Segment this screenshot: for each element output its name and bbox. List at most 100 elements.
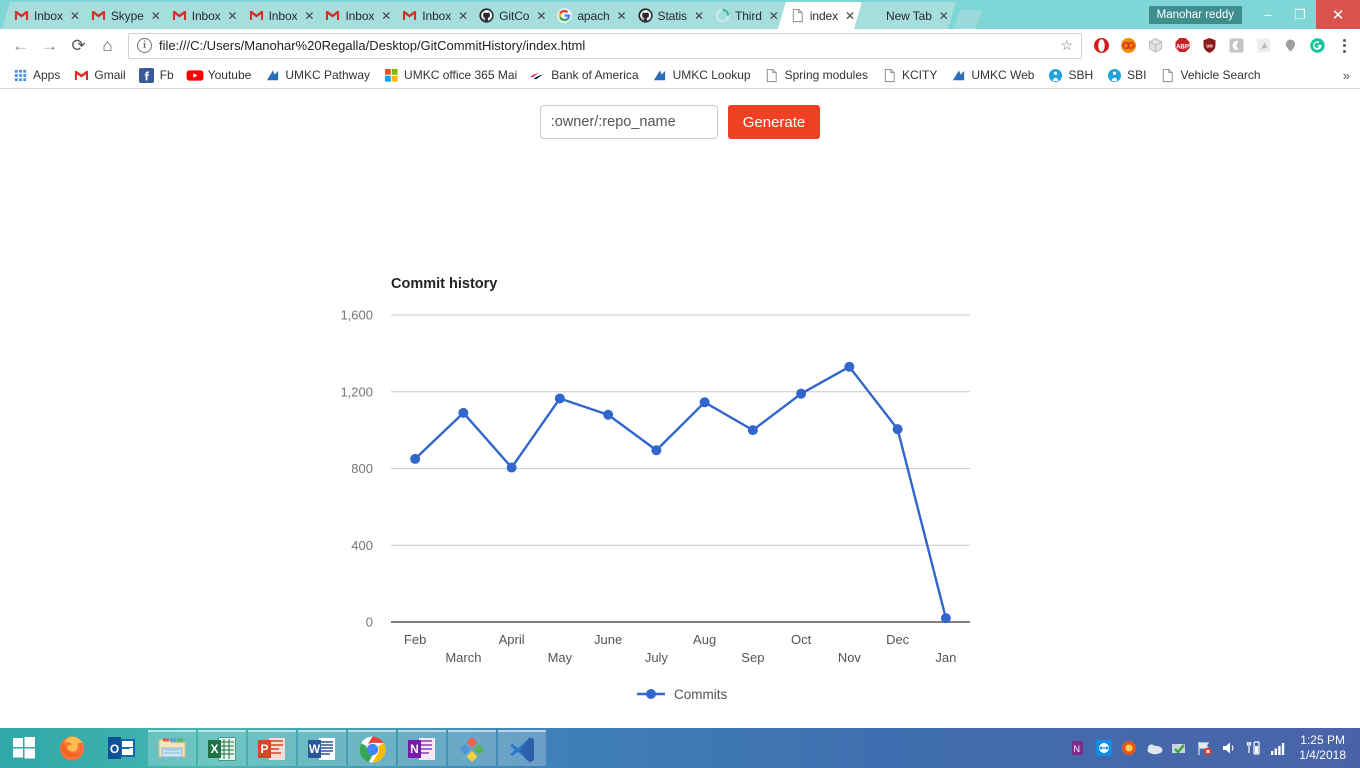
user-profile-chip[interactable]: Manohar reddy [1148, 5, 1242, 24]
tab-close-icon[interactable]: ✕ [380, 9, 392, 23]
back-icon[interactable]: ← [6, 31, 35, 60]
opera-extension-icon[interactable] [1088, 33, 1114, 59]
bookmark-item[interactable]: Youtube [181, 65, 258, 85]
photos-taskbar-icon[interactable] [448, 730, 496, 766]
ublock-origin-icon[interactable]: uo [1196, 33, 1222, 59]
bookmark-item[interactable]: Bank of America [524, 65, 644, 85]
address-bar[interactable]: i file:///C:/Users/Manohar%20Regalla/Des… [128, 32, 1082, 59]
data-point[interactable] [699, 397, 710, 408]
bookmark-star-icon[interactable]: ☆ [1052, 37, 1073, 54]
infinity-extension-icon[interactable] [1115, 33, 1141, 59]
bookmark-item[interactable]: SBI [1100, 65, 1152, 85]
tab-close-icon[interactable]: ✕ [227, 9, 239, 23]
onedrive-tray-icon[interactable] [1145, 739, 1163, 757]
browser-tab[interactable]: Inbox ✕ [390, 2, 475, 29]
home-icon[interactable]: ⌂ [93, 31, 122, 60]
tab-close-icon[interactable]: ✕ [693, 9, 705, 23]
safe-tray-icon[interactable] [1170, 739, 1188, 757]
data-point[interactable] [892, 424, 903, 435]
bookmark-item[interactable]: UMKC Web [944, 65, 1040, 85]
word-taskbar-icon[interactable]: W [298, 730, 346, 766]
bookmark-item[interactable]: UMKC office 365 Mai [377, 65, 523, 85]
battery-tray-icon[interactable] [1245, 739, 1263, 757]
browser-tab[interactable]: Statis ✕ [626, 2, 711, 29]
bookmark-item[interactable]: Apps [6, 65, 66, 85]
browser-tab[interactable]: apach ✕ [545, 2, 633, 29]
youtube-icon [186, 68, 204, 83]
maximize-button[interactable]: ❐ [1284, 0, 1316, 29]
bookmark-item[interactable]: Spring modules [758, 65, 874, 85]
data-point[interactable] [554, 393, 565, 404]
network-error-tray-icon[interactable] [1195, 739, 1213, 757]
firefox-taskbar-icon[interactable] [48, 730, 96, 766]
browser-tab[interactable]: Inbox ✕ [237, 2, 322, 29]
browser-tab[interactable]: GitCo ✕ [467, 2, 553, 29]
taskbar-clock[interactable]: 1:25 PM 1/4/2018 [1295, 733, 1354, 763]
bookmark-item[interactable]: UMKC Lookup [646, 65, 757, 85]
tab-close-icon[interactable]: ✕ [938, 9, 950, 23]
grammarly-icon[interactable] [1304, 33, 1330, 59]
tab-close-icon[interactable]: ✕ [457, 9, 469, 23]
bookmark-item[interactable]: SBH [1041, 65, 1099, 85]
bookmark-item[interactable]: Fb [133, 65, 180, 85]
windows-start-icon[interactable] [0, 728, 48, 768]
data-point[interactable] [458, 407, 469, 418]
volume-tray-icon[interactable] [1220, 739, 1238, 757]
data-point[interactable] [747, 425, 758, 436]
data-point[interactable] [603, 409, 614, 420]
cube-extension-icon[interactable] [1142, 33, 1168, 59]
data-point[interactable] [940, 613, 951, 624]
page-info-icon[interactable]: i [137, 38, 152, 53]
grey-square-extension-icon[interactable] [1223, 33, 1249, 59]
sbi-icon [1047, 67, 1063, 83]
tab-close-icon[interactable]: ✕ [844, 9, 856, 23]
pdf-extension-icon[interactable] [1250, 33, 1276, 59]
generate-button[interactable]: Generate [727, 105, 821, 139]
close-window-button[interactable]: ✕ [1316, 0, 1360, 29]
data-point[interactable] [651, 445, 662, 456]
data-point[interactable] [506, 462, 517, 473]
browser-tab[interactable]: Third ✕ [703, 2, 786, 29]
chrome-taskbar-icon[interactable] [348, 730, 396, 766]
teamviewer-tray-icon[interactable] [1095, 739, 1113, 757]
new-tab-button[interactable] [954, 10, 982, 29]
browser-tab[interactable]: Inbox ✕ [160, 2, 245, 29]
data-point[interactable] [796, 388, 807, 399]
repo-name-input[interactable] [539, 105, 718, 139]
opera-extension-icon [1093, 37, 1110, 54]
data-point[interactable] [844, 361, 855, 372]
onenote-taskbar-icon[interactable]: N [398, 730, 446, 766]
outlook-taskbar-icon[interactable]: O [98, 730, 146, 766]
chrome-menu-icon[interactable] [1330, 38, 1354, 53]
browser-tab[interactable]: New Tab ✕ [854, 2, 956, 29]
antivirus-tray-icon[interactable] [1120, 739, 1138, 757]
data-point[interactable] [410, 453, 421, 464]
bookmark-item[interactable]: KCITY [875, 65, 943, 85]
balloon-extension-icon[interactable] [1277, 33, 1303, 59]
tab-close-icon[interactable]: ✕ [535, 9, 547, 23]
browser-tab-active[interactable]: index ✕ [778, 2, 862, 29]
legend-label[interactable]: Commits [674, 687, 727, 702]
powerpoint-taskbar-icon[interactable]: P [248, 730, 296, 766]
browser-tab[interactable]: Inbox ✕ [313, 2, 398, 29]
tab-close-icon[interactable]: ✕ [303, 9, 315, 23]
file-explorer-taskbar-icon[interactable] [148, 730, 196, 766]
tab-close-icon[interactable]: ✕ [616, 9, 628, 23]
reload-icon[interactable]: ⟳ [64, 31, 93, 60]
vscode-taskbar-icon[interactable] [498, 730, 546, 766]
browser-tab[interactable]: Skype ✕ [79, 2, 168, 29]
onenote-clipper-tray-icon[interactable]: N [1070, 739, 1088, 757]
bookmark-item[interactable]: UMKC Pathway [258, 65, 376, 85]
tab-close-icon[interactable]: ✕ [768, 9, 780, 23]
bookmark-item[interactable]: Gmail [67, 65, 131, 85]
signal-tray-icon[interactable] [1270, 739, 1288, 757]
adblock-plus-icon[interactable]: ABP [1169, 33, 1195, 59]
bookmark-item[interactable]: Vehicle Search [1154, 65, 1267, 85]
browser-tab[interactable]: Inbox ✕ [2, 2, 87, 29]
forward-icon[interactable]: → [35, 31, 64, 60]
minimize-button[interactable]: – [1252, 0, 1284, 29]
tab-close-icon[interactable]: ✕ [69, 9, 81, 23]
bookmarks-overflow-icon[interactable]: » [1343, 68, 1354, 83]
excel-taskbar-icon[interactable]: X [198, 730, 246, 766]
tab-close-icon[interactable]: ✕ [150, 9, 162, 23]
